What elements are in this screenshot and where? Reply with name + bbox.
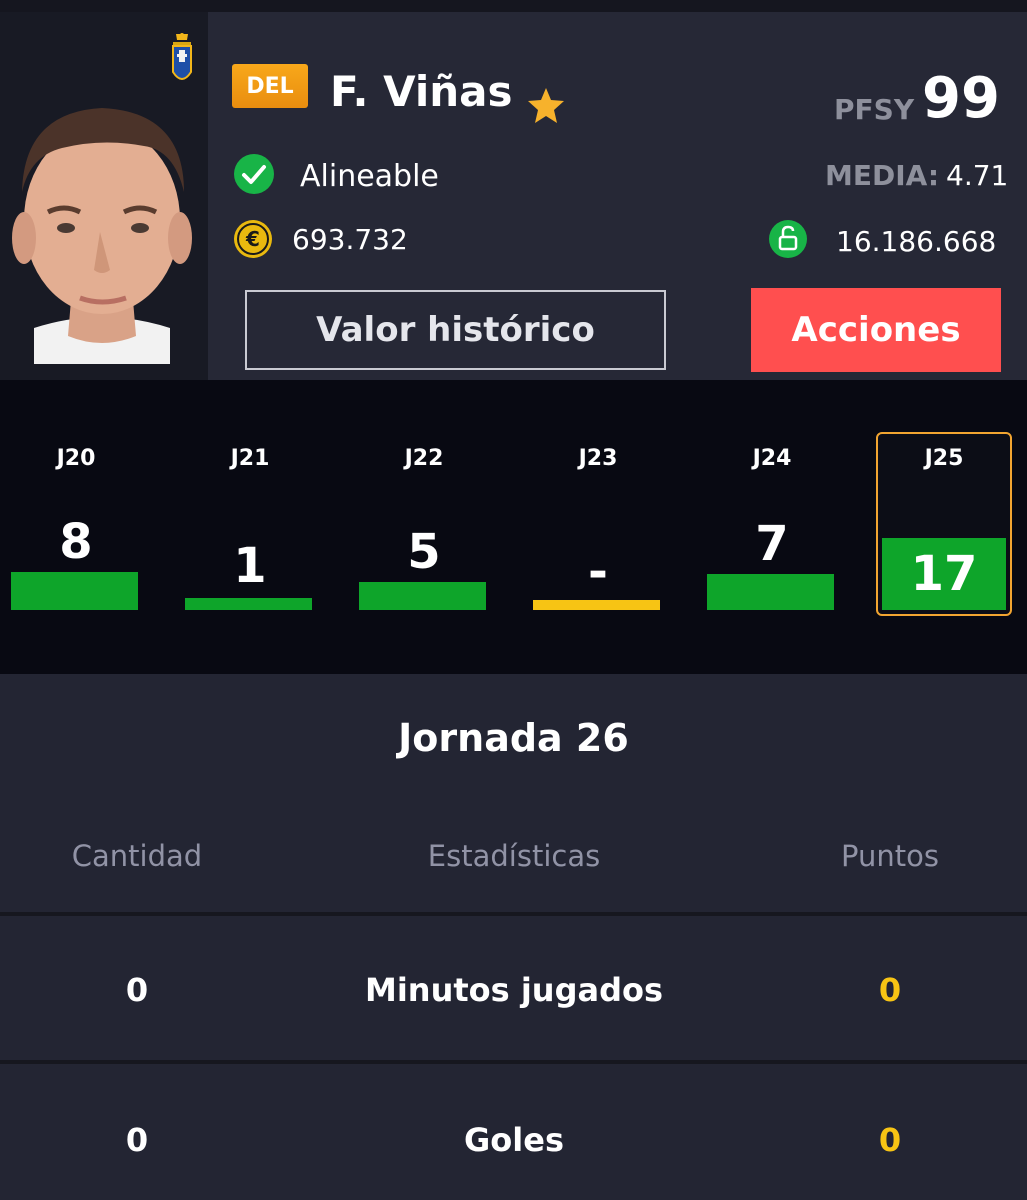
stats-column-header: Estadísticas bbox=[427, 839, 601, 873]
score-bar bbox=[707, 574, 834, 610]
score-bar-selected: 17 bbox=[882, 538, 1006, 610]
round-j22[interactable]: J22 5 bbox=[348, 432, 500, 616]
quantity-cell: 0 bbox=[125, 971, 149, 1009]
euro-icon: € bbox=[234, 220, 272, 258]
round-label: J20 bbox=[56, 446, 96, 471]
round-score: 1 bbox=[233, 538, 267, 594]
round-j21[interactable]: J21 1 bbox=[174, 432, 326, 616]
divider bbox=[0, 1060, 1027, 1064]
round-scores: J20 8 J21 1 J22 5 J23 - J24 7 J25 17 bbox=[0, 380, 1027, 674]
stat-name-cell: Goles bbox=[464, 1121, 564, 1159]
availability-status: Alineable bbox=[300, 159, 439, 194]
round-label: J24 bbox=[752, 446, 792, 471]
position-badge: DEL bbox=[232, 64, 308, 108]
release-clause-value: 16.186.668 bbox=[836, 225, 997, 258]
round-j20[interactable]: J20 8 bbox=[0, 432, 152, 616]
actions-button[interactable]: Acciones bbox=[751, 288, 1001, 372]
top-strip bbox=[0, 0, 1027, 12]
points-column-header: Puntos bbox=[841, 839, 939, 873]
lock-icon[interactable] bbox=[768, 219, 808, 259]
no-play-bar bbox=[533, 600, 660, 610]
media-label: MEDIA: bbox=[825, 159, 940, 192]
round-label: J22 bbox=[404, 446, 444, 471]
svg-text:€: € bbox=[245, 227, 260, 251]
points-cell: 0 bbox=[878, 1121, 902, 1159]
player-name: F. Viñas bbox=[330, 67, 513, 116]
round-score: - bbox=[588, 544, 608, 600]
round-score: 5 bbox=[407, 524, 441, 580]
score-bar bbox=[185, 598, 312, 610]
player-header: DEL F. Viñas PFSY 99 Alineable MEDIA: 4.… bbox=[0, 12, 1027, 380]
round-j25[interactable]: J25 17 bbox=[876, 432, 1012, 616]
round-label: J21 bbox=[230, 446, 270, 471]
round-label: J25 bbox=[924, 446, 964, 471]
check-icon bbox=[234, 154, 274, 194]
stats-title: Jornada 26 bbox=[398, 716, 629, 760]
pfsy-value: 99 bbox=[922, 66, 1000, 131]
stat-name-cell: Minutos jugados bbox=[364, 971, 664, 1009]
player-photo-panel bbox=[0, 12, 208, 380]
market-value: 693.732 bbox=[292, 223, 408, 256]
player-photo bbox=[4, 92, 200, 364]
round-j24[interactable]: J24 7 bbox=[696, 432, 848, 616]
media-value: 4.71 bbox=[946, 159, 1009, 192]
star-icon[interactable] bbox=[526, 86, 566, 126]
team-crest-icon bbox=[172, 33, 192, 80]
score-bar bbox=[11, 572, 138, 610]
round-j23[interactable]: J23 - bbox=[522, 432, 674, 616]
score-bar bbox=[359, 582, 486, 610]
round-label: J23 bbox=[578, 446, 618, 471]
history-value-button[interactable]: Valor histórico bbox=[245, 290, 666, 370]
pfsy-label: PFSY bbox=[834, 93, 915, 126]
quantity-cell: 0 bbox=[125, 1121, 149, 1159]
round-score: 8 bbox=[59, 514, 93, 570]
divider bbox=[0, 912, 1027, 916]
quantity-column-header: Cantidad bbox=[71, 839, 203, 873]
round-score: 7 bbox=[755, 516, 789, 572]
points-cell: 0 bbox=[878, 971, 902, 1009]
